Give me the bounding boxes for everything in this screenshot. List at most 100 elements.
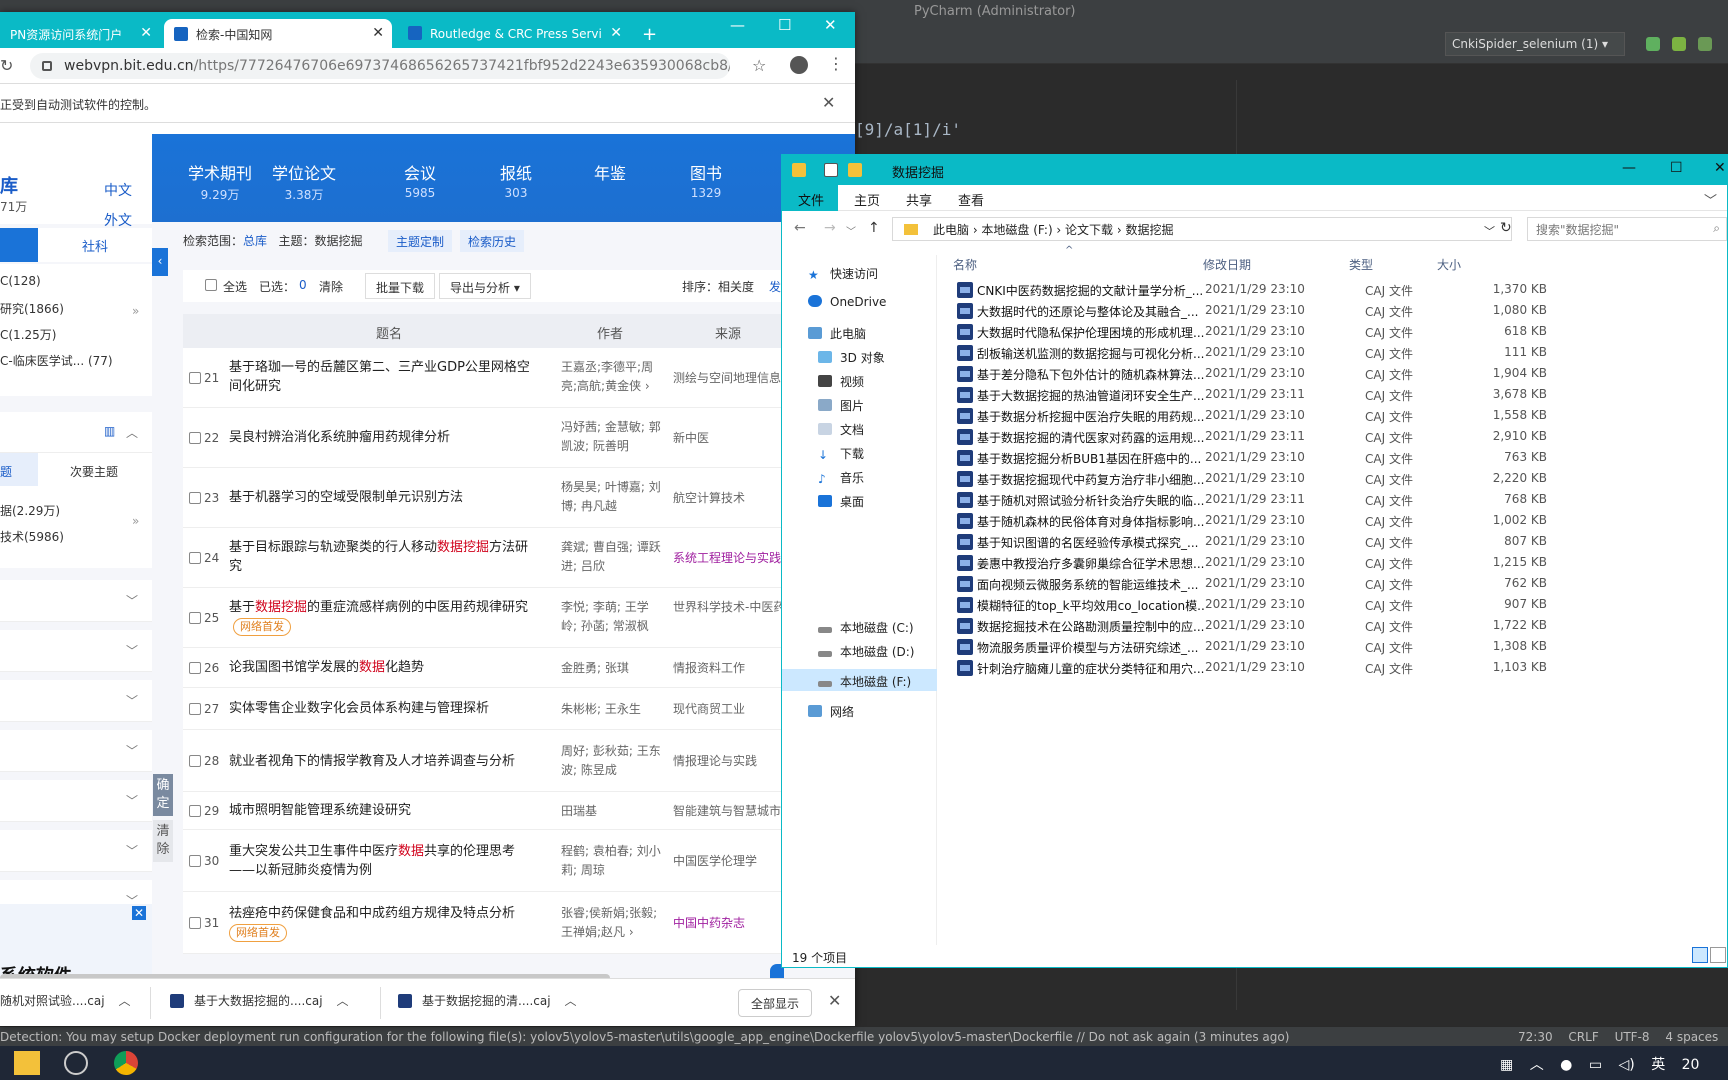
file-row[interactable]: 基于数据分析挖掘中医治疗失眠的用药规... 2021/1/29 23:10 CAJ … — [957, 405, 1727, 426]
col-name[interactable]: 名称 — [953, 256, 977, 273]
row-checkbox[interactable] — [189, 855, 201, 867]
sidebar-collapse-button[interactable]: ‹ — [152, 248, 168, 276]
chevron-up-icon[interactable]: ︿ — [1530, 1057, 1544, 1073]
ribbon-tab-home[interactable]: 主页 — [854, 190, 880, 209]
col-date[interactable]: 修改日期 — [1203, 256, 1251, 273]
ribbon-tab-file[interactable]: 文件 — [782, 185, 838, 211]
result-title[interactable]: 实体零售企业数字化会员体系构建与管理探析 — [229, 699, 535, 718]
nav-videos[interactable]: 视频 — [818, 373, 864, 390]
result-title[interactable]: 就业者视角下的情报学教育及人才培养调查与分析 — [229, 752, 535, 771]
clear-selection-link[interactable]: 清除 — [319, 278, 343, 295]
refresh-icon[interactable]: ↻ — [1500, 220, 1512, 236]
lang-foreign-link[interactable]: 外文 — [104, 210, 132, 230]
nav-quick-access[interactable]: ★ 快速访问 — [808, 265, 878, 282]
list-item[interactable]: C-临床医学试... (77) — [0, 352, 113, 369]
col-source[interactable]: 来源 — [715, 323, 741, 342]
reload-icon[interactable]: ↻ — [0, 56, 13, 75]
result-authors[interactable]: 金胜勇; 张琪 — [561, 659, 661, 678]
close-window-icon[interactable]: ✕ — [1714, 160, 1726, 176]
row-checkbox[interactable] — [189, 492, 201, 504]
file-row[interactable]: 刮板输送机监测的数据挖掘与可视化分析... 2021/1/29 23:10 CAJ … — [957, 342, 1727, 363]
tab-secondary-topic[interactable]: 次要主题 — [70, 463, 118, 480]
tab-science[interactable] — [0, 228, 38, 262]
ribbon-tab-share[interactable]: 共享 — [906, 190, 932, 209]
col-size[interactable]: 大小 — [1437, 256, 1461, 273]
maximize-icon[interactable]: ☐ — [1670, 160, 1683, 176]
nav-newspapers[interactable]: 报纸 303 — [476, 160, 556, 200]
explorer-search-input[interactable]: 搜索"数据挖掘" ⌕ — [1527, 217, 1727, 241]
download-item[interactable]: 基于数据挖掘的清....caj ︿ — [398, 992, 577, 1009]
tiles-view-icon[interactable] — [1710, 947, 1726, 963]
result-authors[interactable]: 张睿;侯新娟;张毅;王禅娟;赵凡 › — [561, 904, 661, 942]
row-checkbox[interactable] — [189, 662, 201, 674]
topic-custom-button[interactable]: 主题定制 — [388, 230, 453, 252]
nav-drive-c[interactable]: 本地磁盘 (C:) — [818, 619, 914, 636]
nav-books[interactable]: 图书 1329 — [666, 160, 746, 200]
file-row[interactable]: 基于大数据挖掘的热油管道闭环安全生产... 2021/1/29 23:11 CAJ … — [957, 384, 1727, 405]
list-item[interactable]: 据(2.29万) — [0, 502, 60, 519]
bookmark-star-icon[interactable]: ☆ — [752, 56, 766, 75]
result-title[interactable]: 论我国图书馆学发展的数据化趋势 — [229, 658, 535, 677]
forward-icon[interactable]: → — [824, 220, 836, 236]
nav-3d-objects[interactable]: 3D 对象 — [818, 349, 885, 366]
close-icon[interactable]: ✕ — [132, 906, 146, 920]
status-message[interactable]: Detection: You may setup Docker deployme… — [0, 1030, 1289, 1044]
file-row[interactable]: 基于数据挖掘现代中药复方治疗非小细胞... 2021/1/29 23:10 CAJ … — [957, 468, 1727, 489]
nav-music[interactable]: ♪ 音乐 — [818, 469, 864, 486]
chevron-up-icon[interactable]: ︿ — [126, 424, 138, 441]
result-title[interactable]: 基于目标跟踪与轨迹聚类的行人移动数据挖掘方法研究 — [229, 538, 535, 576]
batch-download-button[interactable]: 批量下载 — [365, 273, 436, 299]
nav-drive-f[interactable]: 本地磁盘 (F:) — [818, 673, 911, 690]
nav-downloads[interactable]: ↓ 下载 — [818, 445, 864, 462]
expand-icon[interactable]: » — [132, 514, 139, 528]
ime-indicator[interactable]: 英 — [1651, 1057, 1665, 1073]
file-row[interactable]: 基于知识图谱的名医经验传承模式探究_... 2021/1/29 23:10 CAJ … — [957, 531, 1727, 552]
minimize-icon[interactable]: — — [1622, 160, 1636, 176]
result-title[interactable]: 重大突发公共卫生事件中医疗数据共享的伦理思考——以新冠肺炎疫情为例 — [229, 842, 535, 880]
filter-panel[interactable]: ﹀ — [0, 580, 152, 622]
minimize-icon[interactable]: — — [730, 16, 745, 34]
nav-conferences[interactable]: 会议 5985 — [380, 160, 460, 200]
nav-network[interactable]: 网络 — [808, 703, 854, 720]
nav-this-pc[interactable]: 此电脑 — [808, 325, 866, 342]
confirm-button[interactable]: 确定 — [153, 774, 173, 816]
nav-pictures[interactable]: 图片 — [818, 397, 864, 414]
result-authors[interactable]: 龚斌; 曹自强; 谭跃进; 吕欣 — [561, 538, 661, 576]
row-checkbox[interactable] — [189, 755, 201, 767]
lang-chinese-link[interactable]: 中文 — [104, 180, 132, 200]
download-item[interactable]: 随机对照试验....caj ︿ — [0, 992, 131, 1009]
filter-panel[interactable]: ﹀ — [0, 830, 152, 872]
status-caret-pos[interactable]: 72:30 — [1518, 1030, 1553, 1044]
chevron-down-icon[interactable]: ﹀ — [1484, 223, 1495, 239]
nav-drive-d[interactable]: 本地磁盘 (D:) — [818, 643, 914, 660]
file-row[interactable]: 基于随机森林的民俗体育对身体指标影响... 2021/1/29 23:10 CAJ … — [957, 510, 1727, 531]
kebab-menu-icon[interactable]: ⋮ — [828, 54, 844, 73]
result-title[interactable]: 基于数据挖掘的重症流感样病例的中医用药规律研究网络首发 — [229, 598, 535, 636]
file-row[interactable]: 基于数据挖掘分析BUB1基因在肝癌中的... 2021/1/29 23:10 CAJ… — [957, 447, 1727, 468]
select-all-checkbox[interactable] — [205, 279, 217, 291]
file-row[interactable]: 基于随机对照试验分析针灸治疗失眠的临... 2021/1/29 23:11 CAJ … — [957, 489, 1727, 510]
row-checkbox[interactable] — [189, 805, 201, 817]
chevron-up-icon[interactable]: ︿ — [565, 994, 577, 1008]
nav-theses[interactable]: 学位论文 3.38万 — [264, 160, 344, 203]
result-authors[interactable]: 程鹤; 袁柏春; 刘小莉; 周琼 — [561, 842, 661, 880]
result-title[interactable]: 吴良村辨治消化系统肿瘤用药规律分析 — [229, 428, 535, 447]
result-authors[interactable]: 冯妤茜; 金慧敏; 郭凯波; 阮善明 — [561, 418, 661, 456]
network-icon[interactable]: ▭ — [1589, 1057, 1602, 1073]
list-item[interactable]: 研究(1866) — [0, 300, 64, 317]
nav-documents[interactable]: 文档 — [818, 421, 864, 438]
chevron-up-icon[interactable]: ︿ — [119, 994, 131, 1008]
file-row[interactable]: 大数据时代隐私保护伦理困境的形成机理... 2021/1/29 23:10 CAJ … — [957, 321, 1727, 342]
back-icon[interactable]: ← — [794, 220, 806, 236]
chart-icon[interactable]: ▥ — [104, 424, 115, 438]
result-authors[interactable]: 田瑞基 — [561, 802, 661, 821]
app-taskbar-icon[interactable] — [64, 1051, 88, 1075]
row-checkbox[interactable] — [189, 703, 201, 715]
rerun-icon[interactable] — [1646, 37, 1660, 51]
ribbon-tab-view[interactable]: 查看 — [958, 190, 984, 209]
new-folder-icon[interactable] — [848, 163, 862, 177]
result-title[interactable]: 基于珞珈一号的岳麓区第二、三产业GDP公里网格空间化研究 — [229, 358, 535, 396]
status-line-ending[interactable]: CRLF — [1568, 1030, 1598, 1044]
expand-icon[interactable]: » — [132, 304, 139, 318]
file-row[interactable]: CNKI中医药数据挖掘的文献计量学分析_... 2021/1/29 23:10 CA… — [957, 279, 1727, 300]
